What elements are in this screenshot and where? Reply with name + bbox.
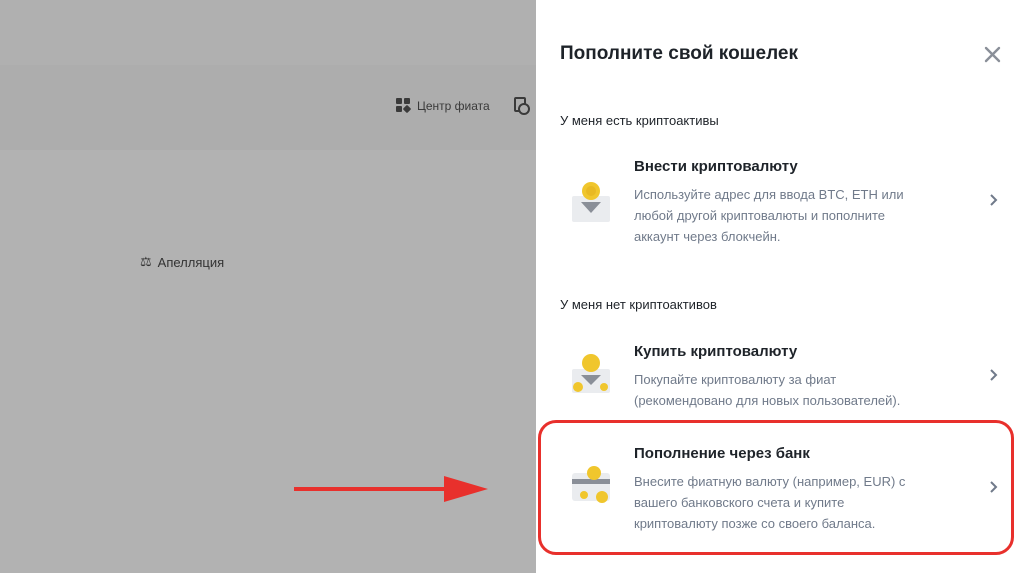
page-header (0, 0, 536, 65)
buy-crypto-icon (572, 354, 610, 393)
chevron-right-icon (990, 194, 998, 206)
appeal-label: Апелляция (157, 254, 225, 270)
option-description: Покупайте криптовалюту за фиат (рекоменд… (634, 369, 954, 411)
drawer-title: Пополните свой кошелек (560, 43, 798, 64)
chevron-right-icon (990, 369, 998, 381)
desc-line: аккаунт через блокчейн. (634, 229, 781, 244)
close-icon (984, 46, 1000, 62)
desc-line: Покупайте криптовалюту за фиат (634, 372, 837, 387)
option-title: Внести криптовалюту (634, 158, 798, 175)
section-no-crypto: У меня нет криптоактивов (560, 297, 717, 312)
appeal-link[interactable]: ⚖ Апелляция (140, 254, 224, 270)
option-title: Купить криптовалюту (634, 343, 798, 360)
annotation-arrow (294, 476, 488, 502)
desc-line: (рекомендовано для новых пользователей). (634, 393, 901, 408)
option-buy-crypto[interactable]: Купить криптовалюту Покупайте криптовалю… (560, 343, 1000, 409)
option-deposit-crypto[interactable]: Внести криптовалюту Используйте адрес дл… (560, 158, 1000, 248)
gavel-icon: ⚖ (140, 254, 152, 269)
desc-line: Используйте адрес для ввода BTC, ETH или (634, 187, 904, 202)
fiat-center-link[interactable]: Центр фиата (396, 98, 490, 114)
close-button[interactable] (980, 42, 1004, 66)
annotation-highlight-box (538, 420, 1014, 555)
deposit-crypto-icon (572, 182, 610, 222)
order-history-icon[interactable] (514, 97, 530, 115)
desc-line: любой другой криптовалюты и пополните (634, 208, 886, 223)
option-description: Используйте адрес для ввода BTC, ETH или… (634, 184, 954, 247)
fiat-center-label: Центр фиата (417, 98, 490, 113)
apps-grid-icon (396, 98, 412, 114)
section-have-crypto: У меня есть криптоактивы (560, 113, 719, 128)
